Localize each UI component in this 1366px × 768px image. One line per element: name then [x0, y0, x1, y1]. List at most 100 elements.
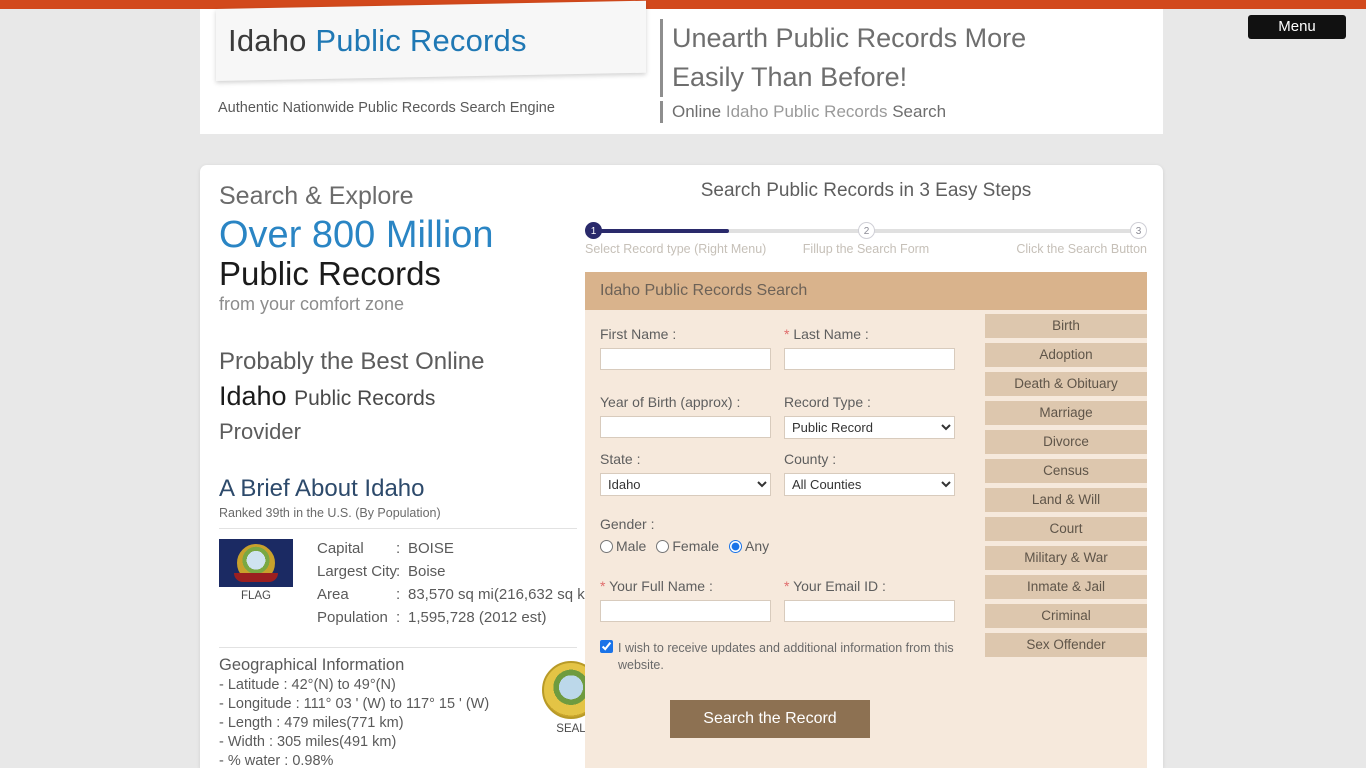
site-logo[interactable]: Idaho Public Records	[228, 23, 527, 59]
fact-value: BOISE	[408, 540, 454, 557]
field-first-name: First Name :	[600, 324, 771, 370]
field-record-type: Record Type : Public Record	[784, 392, 955, 439]
probably-best-text: Probably the Best Online	[219, 348, 485, 375]
field-year-of-birth: Year of Birth (approx) :	[600, 392, 771, 439]
header-subline: Online Idaho Public Records Search	[660, 101, 1130, 123]
idaho-provider-line: Idaho Public Records	[219, 378, 594, 417]
gender-radio-male[interactable]	[600, 539, 613, 553]
form-fields: First Name : * Last Name : Year of Birth…	[600, 324, 963, 738]
form-header-title: Idaho Public Records Search	[585, 272, 1147, 310]
category-inmate-jail[interactable]: Inmate & Jail	[985, 575, 1147, 599]
form-body: First Name : * Last Name : Year of Birth…	[585, 310, 1147, 768]
search-record-button[interactable]: Search the Record	[670, 700, 870, 738]
geo-line-longitude: - Longitude : 111° 03 ' (W) to 117° 15 '…	[219, 696, 490, 712]
gender-option-female[interactable]: Female	[656, 538, 719, 554]
full-name-input[interactable]	[600, 600, 771, 622]
header-headline-block: Unearth Public Records More Easily Than …	[660, 19, 1130, 123]
subline-mid: Idaho Public Records	[725, 102, 888, 121]
steps-heading: Search Public Records in 3 Easy Steps	[700, 180, 1032, 201]
category-birth[interactable]: Birth	[985, 314, 1147, 338]
category-court[interactable]: Court	[985, 517, 1147, 541]
step-progress-indicator: 1 2 3	[585, 222, 1147, 240]
step-dot-1[interactable]: 1	[585, 222, 602, 239]
category-death-obituary[interactable]: Death & Obituary	[985, 372, 1147, 396]
site-header: Idaho Public Records Authentic Nationwid…	[200, 0, 1346, 134]
fact-value: 1,595,728 (2012 est)	[408, 609, 547, 626]
step-dot-3[interactable]: 3	[1130, 222, 1147, 239]
required-marker: *	[784, 578, 790, 594]
flag-ribbon-shape	[234, 573, 278, 582]
search-explore-heading: Search & Explore	[219, 182, 414, 210]
category-adoption[interactable]: Adoption	[985, 343, 1147, 367]
county-select[interactable]: All Counties	[784, 473, 955, 496]
idaho-sub: Public Records	[294, 387, 436, 410]
fact-value: Boise	[408, 563, 446, 580]
field-full-name: * Your Full Name :	[600, 576, 771, 622]
gender-radio-female[interactable]	[656, 539, 670, 553]
fact-key: Largest City	[317, 563, 398, 580]
fact-sep: :	[396, 563, 401, 580]
state-select[interactable]: Idaho	[600, 473, 771, 496]
page-root: Idaho Public Records Authentic Nationwid…	[0, 0, 1366, 768]
geo-line-length: - Length : 479 miles(771 km)	[219, 715, 404, 731]
last-name-input[interactable]	[784, 348, 955, 370]
gender-male-label: Male	[616, 538, 647, 554]
step-label-3: Click the Search Button	[1016, 242, 1147, 256]
field-county: County : All Counties	[784, 449, 955, 496]
idaho-strong: Idaho	[219, 381, 287, 411]
category-criminal[interactable]: Criminal	[985, 604, 1147, 628]
row-state-county: State : Idaho County : All Counties	[600, 449, 963, 496]
county-label: County :	[784, 451, 837, 467]
step-label-2: Fillup the Search Form	[802, 242, 930, 256]
menu-button[interactable]: Menu	[1248, 15, 1346, 39]
gender-any-label: Any	[745, 538, 770, 554]
category-sex-offender[interactable]: Sex Offender	[985, 633, 1147, 657]
field-state: State : Idaho	[600, 449, 771, 496]
email-input[interactable]	[784, 600, 955, 622]
email-label-text: Your Email ID :	[793, 578, 886, 594]
optin-checkbox[interactable]	[600, 640, 613, 653]
optin-row: I wish to receive updates and additional…	[600, 640, 955, 674]
gender-radio-any[interactable]	[729, 539, 743, 553]
field-last-name: * Last Name :	[784, 324, 955, 370]
year-label: Year of Birth (approx) :	[600, 394, 741, 410]
step-dot-2[interactable]: 2	[858, 222, 875, 239]
category-military-war[interactable]: Military & War	[985, 546, 1147, 570]
category-marriage[interactable]: Marriage	[985, 401, 1147, 425]
year-of-birth-input[interactable]	[600, 416, 771, 438]
divider	[219, 528, 577, 529]
category-land-will[interactable]: Land & Will	[985, 488, 1147, 512]
logo-secondary: Public Records	[315, 23, 527, 58]
row-year-type: Year of Birth (approx) : Record Type : P…	[600, 392, 963, 439]
email-label: * Your Email ID :	[784, 576, 955, 596]
gender-option-any[interactable]: Any	[729, 538, 769, 554]
field-gender: Gender : Male Female Any	[600, 514, 963, 554]
geo-line-latitude: - Latitude : 42°(N) to 49°(N)	[219, 677, 396, 693]
gender-radio-group: Male Female Any	[600, 538, 963, 554]
idaho-flag-icon	[219, 539, 293, 587]
record-type-select[interactable]: Public Record	[784, 416, 955, 439]
category-census[interactable]: Census	[985, 459, 1147, 483]
geo-line-water: - % water : 0.98%	[219, 753, 334, 768]
row-names: First Name : * Last Name :	[600, 324, 963, 370]
first-name-label: First Name :	[600, 326, 677, 342]
flag-caption: FLAG	[240, 590, 272, 602]
required-marker: *	[600, 578, 606, 594]
state-facts-block: FLAG Capital : BOISE Largest City : Bois…	[219, 539, 602, 639]
ranked-text: Ranked 39th in the U.S. (By Population)	[219, 506, 441, 520]
headline-line-1: Unearth Public Records More	[660, 19, 1130, 58]
search-form-card: Idaho Public Records Search First Name :…	[585, 272, 1147, 768]
right-search-column: Search Public Records in 3 Easy Steps 1 …	[585, 178, 1147, 768]
category-divorce[interactable]: Divorce	[985, 430, 1147, 454]
logo-primary: Idaho	[228, 23, 307, 58]
main-content-panel: Search & Explore Over 800 Million Public…	[200, 165, 1163, 768]
full-name-label: * Your Full Name :	[600, 576, 771, 596]
first-name-input[interactable]	[600, 348, 771, 370]
geographical-block: Geographical Information - Latitude : 42…	[219, 654, 600, 768]
gender-option-male[interactable]: Male	[600, 538, 646, 554]
top-accent-bar	[0, 0, 1366, 9]
headline-line-2: Easily Than Before!	[660, 58, 1130, 97]
